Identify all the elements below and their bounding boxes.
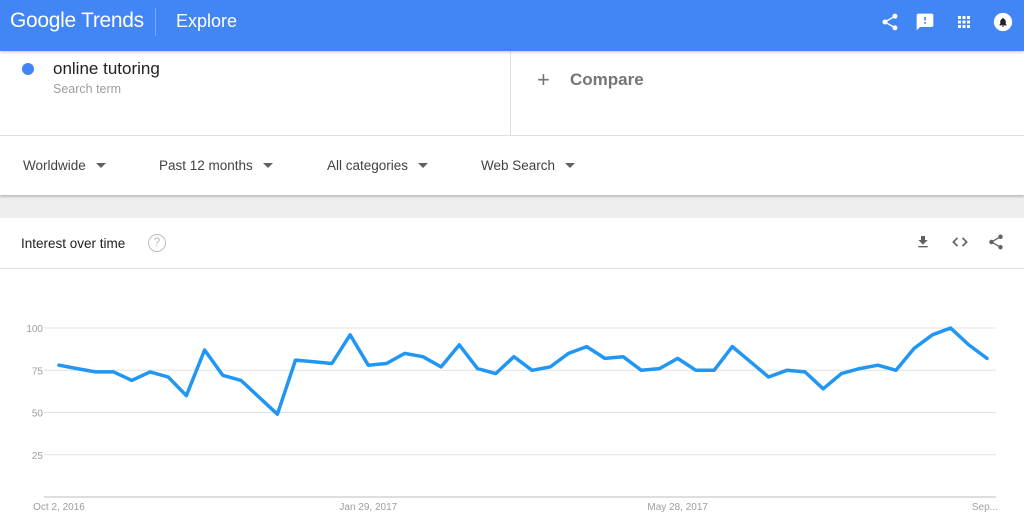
compare-label: Compare <box>570 70 644 89</box>
card-title: Interest over time <box>21 236 126 251</box>
region-value: Worldwide <box>23 158 86 173</box>
card-divider <box>0 268 1024 269</box>
embed-icon[interactable] <box>950 232 970 252</box>
share-icon[interactable] <box>986 232 1006 252</box>
feedback-icon[interactable] <box>914 11 936 33</box>
plus-icon: + <box>537 67 550 92</box>
search-term-name[interactable]: online tutoring <box>53 59 160 79</box>
apps-icon[interactable] <box>953 11 975 33</box>
region-dropdown[interactable]: Worldwide <box>23 158 106 173</box>
notifications-icon[interactable] <box>992 11 1014 33</box>
search-term-type: Search term <box>53 82 122 96</box>
download-icon[interactable] <box>913 232 933 252</box>
page-section-title: Explore <box>176 11 238 31</box>
search-term-card[interactable]: online tutoring Search term <box>0 51 511 136</box>
search-property-dropdown[interactable]: Web Search <box>481 158 576 173</box>
search-property-value: Web Search <box>481 158 556 173</box>
time-range-value: Past 12 months <box>159 158 253 173</box>
chevron-down-icon <box>95 163 106 168</box>
chevron-down-icon <box>565 163 576 168</box>
header-divider <box>155 8 156 36</box>
chevron-down-icon <box>418 163 429 168</box>
app-header: Google Trends Explore <box>0 0 1024 51</box>
term-color-dot <box>22 63 34 75</box>
share-icon[interactable] <box>879 11 901 33</box>
compare-button[interactable]: + Compare <box>537 67 644 93</box>
interest-over-time-card: Interest over time ? <box>0 218 1024 523</box>
category-dropdown[interactable]: All categories <box>327 158 429 173</box>
category-value: All categories <box>327 158 409 173</box>
search-terms-row: online tutoring Search term + Compare <box>0 51 1024 136</box>
google-trends-logo[interactable]: Google Trends <box>10 9 144 33</box>
time-range-dropdown[interactable]: Past 12 months <box>159 158 273 173</box>
chevron-down-icon <box>262 163 273 168</box>
help-icon[interactable]: ? <box>148 234 166 252</box>
filters-bar: Worldwide Past 12 months All categories … <box>0 136 1024 195</box>
